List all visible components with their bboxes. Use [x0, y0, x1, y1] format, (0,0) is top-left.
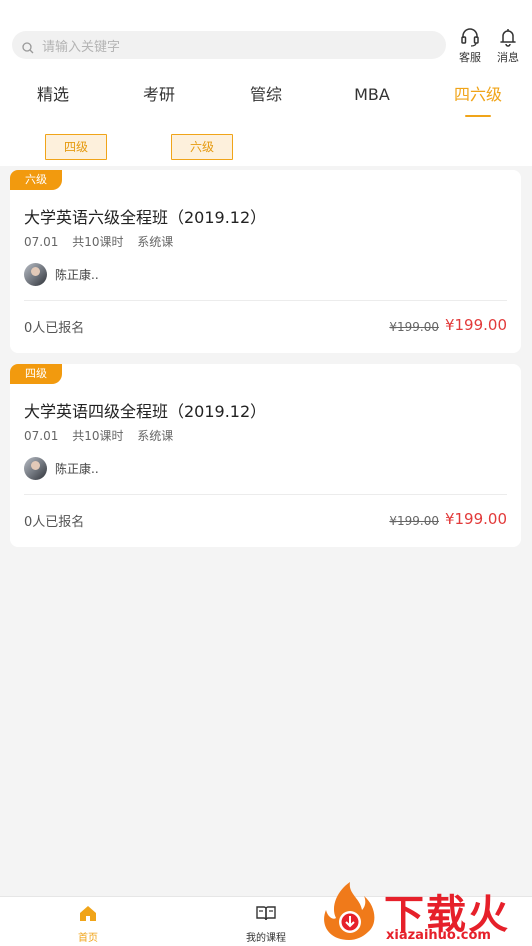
bell-icon [493, 26, 523, 48]
search-bar[interactable]: 请输入关键字 [12, 31, 446, 59]
app-header: 请输入关键字 客服 消息 精选 考研 管综 MBA 四六级 四级 六级 [0, 0, 532, 166]
current-price: ¥199.00 [444, 510, 507, 528]
book-icon [236, 903, 296, 925]
subtag-cet6[interactable]: 六级 [171, 134, 233, 160]
course-meta: 07.01 共10课时 系统课 [24, 233, 183, 250]
tab-label: MBA [354, 85, 390, 104]
messages-button[interactable]: 消息 [493, 26, 523, 65]
original-price: ¥199.00 [389, 320, 439, 334]
original-price: ¥199.00 [389, 514, 439, 528]
teacher-avatar [24, 263, 47, 286]
divider [24, 300, 507, 301]
tab-kaoyan[interactable]: 考研 [124, 80, 194, 110]
course-card[interactable]: 六级 大学英语六级全程班（2019.12） 07.01 共10课时 系统课 陈正… [10, 170, 521, 353]
course-date: 07.01 [24, 429, 59, 443]
enrolled-count: 0人已报名 [24, 321, 85, 336]
course-level-badge: 六级 [10, 170, 62, 190]
messages-label: 消息 [497, 51, 519, 64]
tab-guanzong[interactable]: 管综 [231, 80, 301, 110]
active-tab-indicator [465, 115, 491, 117]
tab-label: 精选 [36, 85, 69, 104]
flame-logo-icon [316, 880, 382, 942]
course-level-badge: 四级 [10, 364, 62, 384]
nav-my-courses[interactable]: 我的课程 [236, 903, 296, 944]
tab-label: 管综 [249, 85, 282, 104]
course-card[interactable]: 四级 大学英语四级全程班（2019.12） 07.01 共10课时 系统课 陈正… [10, 364, 521, 547]
tab-cet[interactable]: 四六级 [443, 80, 513, 117]
course-type: 系统课 [137, 429, 174, 443]
tab-label: 考研 [142, 85, 175, 104]
tab-featured[interactable]: 精选 [18, 80, 88, 110]
watermark: 下载火 xiazaihuo.com [316, 878, 532, 946]
course-lessons: 共10课时 [72, 429, 124, 443]
teacher-name: 陈正康.. [55, 462, 99, 476]
course-title: 大学英语六级全程班（2019.12） [24, 208, 267, 227]
course-date: 07.01 [24, 235, 59, 249]
category-tabs: 精选 考研 管综 MBA 四六级 [0, 80, 532, 120]
nav-home-label: 首页 [78, 933, 98, 944]
tab-label: 四六级 [453, 85, 502, 104]
course-title: 大学英语四级全程班（2019.12） [24, 402, 267, 421]
teacher-avatar [24, 457, 47, 480]
tab-mba[interactable]: MBA [337, 80, 407, 110]
nav-home[interactable]: 首页 [58, 903, 118, 944]
customer-service-label: 客服 [459, 51, 481, 64]
enrolled-count: 0人已报名 [24, 515, 85, 530]
search-icon [22, 39, 34, 54]
course-meta: 07.01 共10课时 系统课 [24, 427, 183, 444]
home-icon [58, 903, 118, 925]
course-lessons: 共10课时 [72, 235, 124, 249]
headset-icon [455, 26, 485, 48]
teacher-name: 陈正康.. [55, 268, 99, 282]
search-input[interactable]: 请输入关键字 [42, 36, 120, 55]
watermark-url: xiazaihuo.com [386, 928, 491, 943]
divider [24, 494, 507, 495]
customer-service-button[interactable]: 客服 [455, 26, 485, 65]
current-price: ¥199.00 [444, 316, 507, 334]
subtag-cet4[interactable]: 四级 [45, 134, 107, 160]
course-type: 系统课 [137, 235, 174, 249]
nav-my-courses-label: 我的课程 [246, 933, 286, 944]
